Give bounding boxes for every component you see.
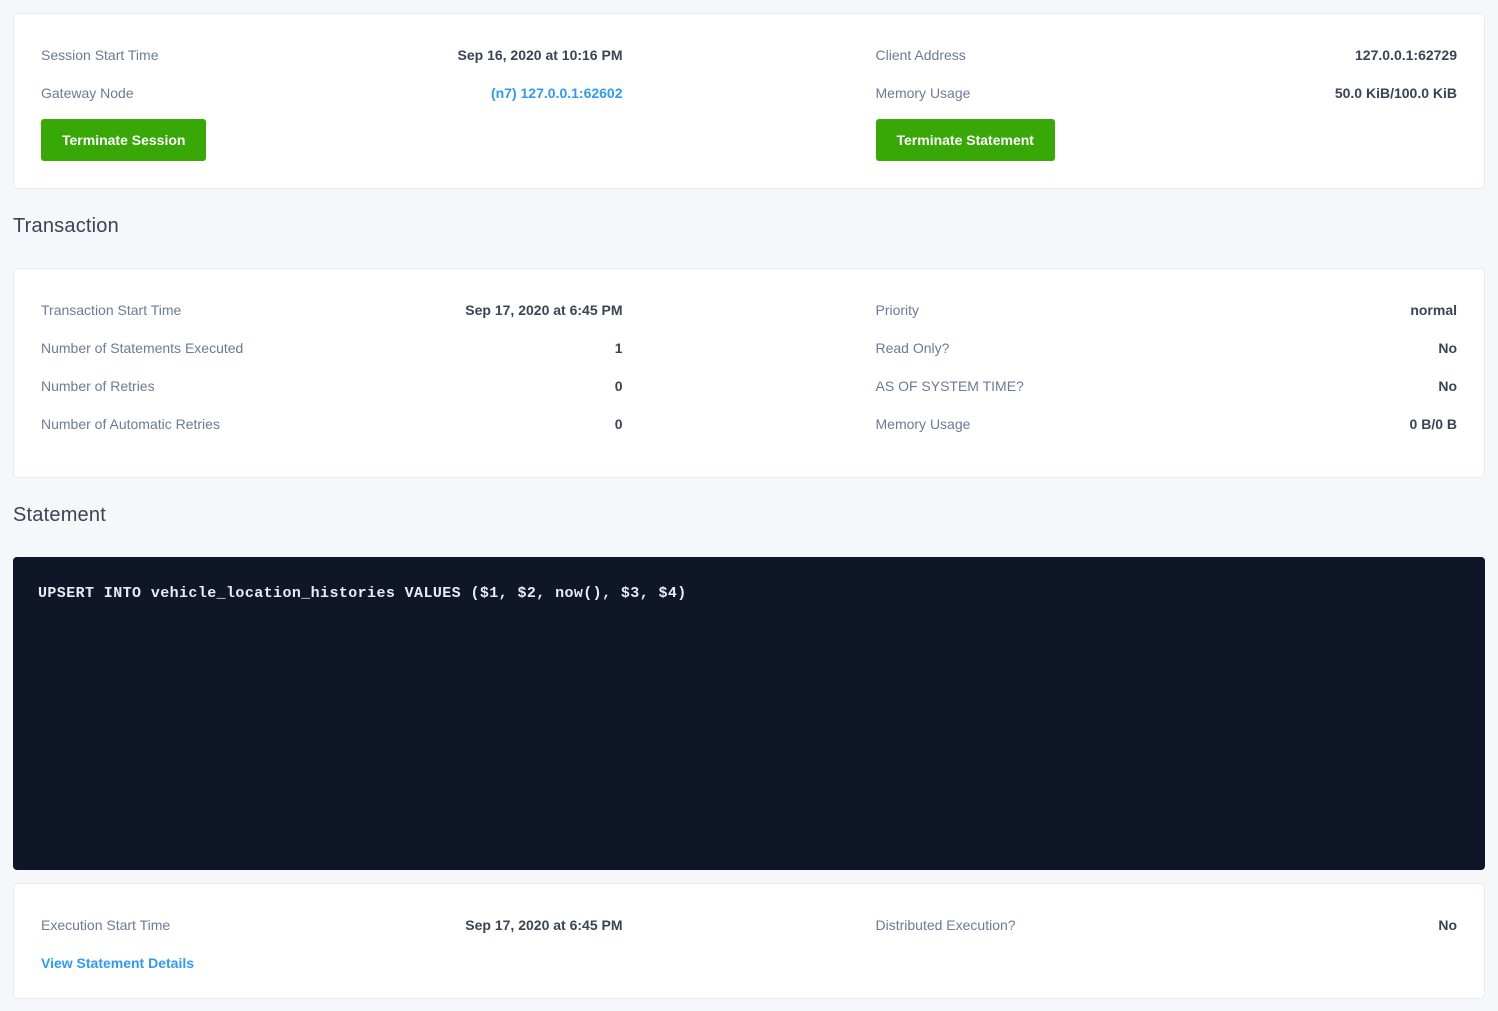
execution-card: Execution Start Time Sep 17, 2020 at 6:45… <box>13 883 1485 999</box>
execution-card-left-column: Execution Start Time Sep 17, 2020 at 6:45… <box>41 906 623 982</box>
value-distributed-execution: No <box>1438 917 1457 933</box>
info-row-distributed-execution: Distributed Execution? No <box>876 906 1458 944</box>
value-number-of-automatic-retries: 0 <box>615 416 623 432</box>
label-as-of-system-time: AS OF SYSTEM TIME? <box>876 378 1024 394</box>
value-as-of-system-time: No <box>1438 378 1457 394</box>
label-read-only: Read Only? <box>876 340 950 356</box>
label-number-of-retries: Number of Retries <box>41 378 155 394</box>
statement-sql-text: UPSERT INTO vehicle_location_histories V… <box>38 585 1460 602</box>
statement-section-heading: Statement <box>13 500 1485 530</box>
label-memory-usage: Memory Usage <box>876 416 971 432</box>
value-gateway-node[interactable]: (n7) 127.0.0.1:62602 <box>491 85 623 101</box>
value-transaction-start-time: Sep 17, 2020 at 6:45 PM <box>465 302 622 318</box>
info-row-priority: Priority normal <box>876 291 1458 329</box>
terminate-statement-button[interactable]: Terminate Statement <box>876 119 1055 161</box>
label-distributed-execution: Distributed Execution? <box>876 917 1016 933</box>
info-row-number-of-automatic-retries: Number of Automatic Retries 0 <box>41 405 623 443</box>
terminate-session-button[interactable]: Terminate Session <box>41 119 206 161</box>
value-read-only: No <box>1438 340 1457 356</box>
value-number-of-statements-executed: 1 <box>615 340 623 356</box>
session-details-page: Session Start Time Sep 16, 2020 at 10:16 … <box>0 0 1498 1011</box>
session-card-right-column: Client Address 127.0.0.1:62729 Memory Usag… <box>876 36 1458 161</box>
label-number-of-statements-executed: Number of Statements Executed <box>41 340 243 356</box>
info-row-gateway-node: Gateway Node (n7) 127.0.0.1:62602 <box>41 74 623 112</box>
info-row-execution-start-time: Execution Start Time Sep 17, 2020 at 6:45… <box>41 906 623 944</box>
info-row-client-address: Client Address 127.0.0.1:62729 <box>876 36 1458 74</box>
info-row-transaction-start-time: Transaction Start Time Sep 17, 2020 at 6:… <box>41 291 623 329</box>
label-memory-usage: Memory Usage <box>876 85 971 101</box>
info-row-memory-usage: Memory Usage 50.0 KiB/100.0 KiB <box>876 74 1458 112</box>
info-row-number-of-statements-executed: Number of Statements Executed 1 <box>41 329 623 367</box>
label-number-of-automatic-retries: Number of Automatic Retries <box>41 416 220 432</box>
transaction-card-left-column: Transaction Start Time Sep 17, 2020 at 6:… <box>41 291 623 443</box>
value-priority: normal <box>1410 302 1457 318</box>
session-card-left-column: Session Start Time Sep 16, 2020 at 10:16 … <box>41 36 623 161</box>
view-statement-details-row: View Statement Details <box>41 944 623 982</box>
label-gateway-node: Gateway Node <box>41 85 134 101</box>
value-memory-usage: 50.0 KiB/100.0 KiB <box>1335 85 1457 101</box>
info-row-session-start-time: Session Start Time Sep 16, 2020 at 10:16 … <box>41 36 623 74</box>
transaction-section-heading: Transaction <box>13 211 1485 241</box>
transaction-card-right-column: PrioritynormalRead Only?NoAS OF SYSTEM T… <box>876 291 1458 443</box>
view-statement-details-link[interactable]: View Statement Details <box>41 955 194 971</box>
info-row-number-of-retries: Number of Retries 0 <box>41 367 623 405</box>
info-row-read-only: Read Only? No <box>876 329 1458 367</box>
session-card: Session Start Time Sep 16, 2020 at 10:16 … <box>13 13 1485 189</box>
value-session-start-time: Sep 16, 2020 at 10:16 PM <box>458 47 623 63</box>
execution-card-right-column: Distributed Execution? No <box>876 906 1458 982</box>
value-memory-usage: 0 B/0 B <box>1410 416 1457 432</box>
label-session-start-time: Session Start Time <box>41 47 159 63</box>
label-transaction-start-time: Transaction Start Time <box>41 302 181 318</box>
label-execution-start-time: Execution Start Time <box>41 917 170 933</box>
info-row-memory-usage: Memory Usage 0 B/0 B <box>876 405 1458 443</box>
label-priority: Priority <box>876 302 920 318</box>
value-execution-start-time: Sep 17, 2020 at 6:45 PM <box>465 917 622 933</box>
value-number-of-retries: 0 <box>615 378 623 394</box>
label-client-address: Client Address <box>876 47 966 63</box>
transaction-card: Transaction Start Time Sep 17, 2020 at 6:… <box>13 268 1485 478</box>
info-row-as-of-system-time: AS OF SYSTEM TIME? No <box>876 367 1458 405</box>
value-client-address: 127.0.0.1:62729 <box>1355 47 1457 63</box>
statement-sql-box: UPSERT INTO vehicle_location_histories V… <box>13 557 1485 870</box>
